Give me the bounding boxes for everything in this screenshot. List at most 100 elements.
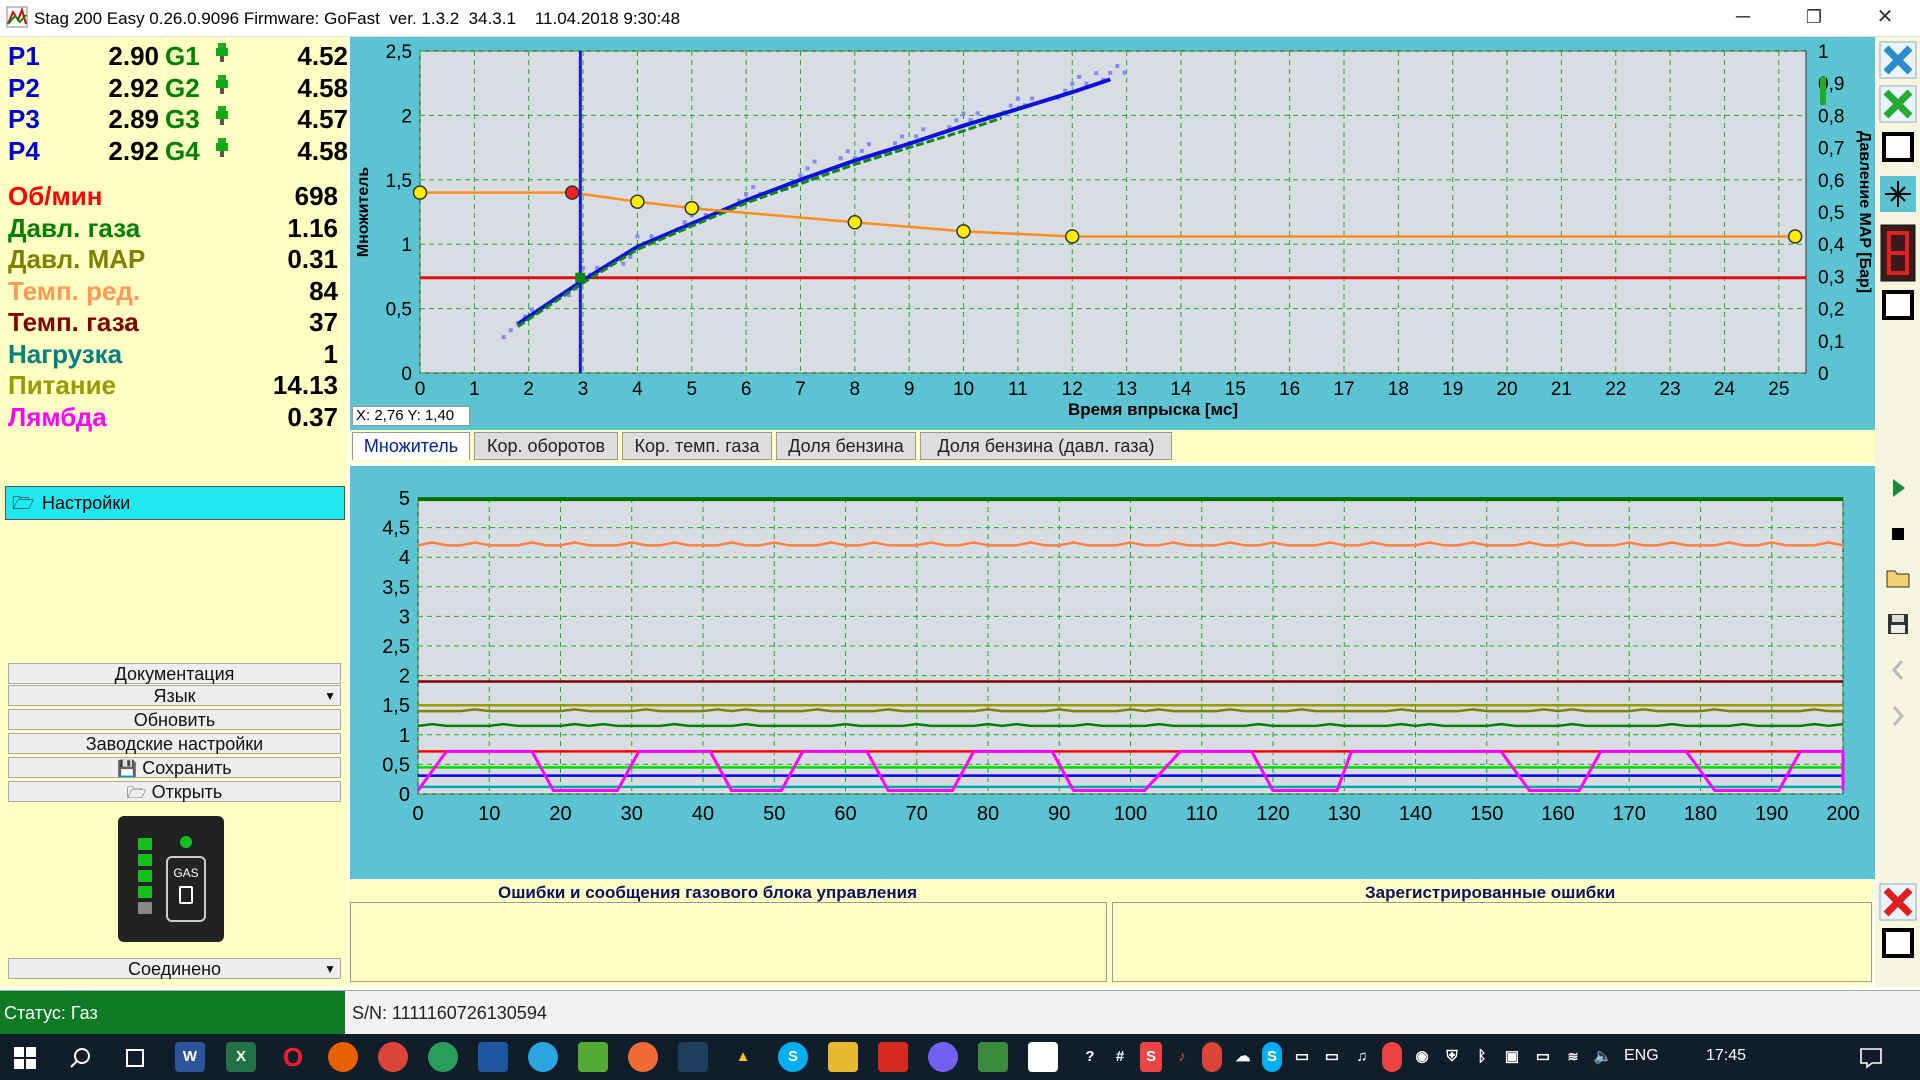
- battery-icon[interactable]: ▭: [1532, 1042, 1554, 1072]
- tab-5[interactable]: Доля бензина (давл. газа): [920, 432, 1172, 460]
- x-tick-label: 9: [904, 379, 915, 400]
- disconnect-icon[interactable]: [1879, 41, 1917, 79]
- chrome-icon[interactable]: [378, 1042, 408, 1072]
- tab-4[interactable]: Доля бензина: [776, 432, 916, 460]
- arrow-left-icon[interactable]: [1879, 651, 1917, 689]
- word-icon[interactable]: W: [175, 1042, 205, 1072]
- skype-icon[interactable]: S: [778, 1042, 808, 1072]
- y2-tick-label: 0,8: [1818, 106, 1844, 127]
- multiplier-point[interactable]: [956, 224, 971, 239]
- stop-icon[interactable]: [1879, 515, 1917, 553]
- chrome-icon[interactable]: [1202, 1042, 1222, 1072]
- app-icon[interactable]: [978, 1042, 1008, 1072]
- tab-1[interactable]: Множитель: [352, 432, 470, 460]
- arrow-right-icon[interactable]: [1879, 697, 1917, 735]
- firefox-icon[interactable]: [328, 1042, 358, 1072]
- language-select[interactable]: Язык ▼: [8, 685, 341, 706]
- multiplier-point[interactable]: [412, 185, 428, 200]
- multiplier-point[interactable]: [630, 194, 645, 209]
- viber-icon[interactable]: [928, 1042, 958, 1072]
- scatter-point: [914, 134, 919, 139]
- factory-settings-button[interactable]: Заводские настройки: [8, 733, 341, 754]
- tray-icon[interactable]: [1382, 1042, 1402, 1072]
- ecu-messages-list[interactable]: [350, 902, 1107, 982]
- volume-icon[interactable]: 🔈: [1592, 1042, 1614, 1072]
- music-icon[interactable]: ♪: [1172, 1042, 1192, 1072]
- search-icon[interactable]: [68, 1046, 92, 1070]
- oscilloscope-chart[interactable]: 0 10 20 30 40 50 60 70 80 90 100 110 120 130 140 150 160…: [350, 466, 1875, 879]
- gas-button[interactable]: GAS: [166, 856, 206, 922]
- window-icon[interactable]: [1879, 129, 1917, 167]
- floppy-icon[interactable]: [478, 1042, 508, 1072]
- itunes-icon[interactable]: ♫: [1352, 1042, 1372, 1072]
- app-icon[interactable]: [578, 1042, 608, 1072]
- telegram-icon[interactable]: [528, 1042, 558, 1072]
- calibration-icon[interactable]: [1879, 175, 1917, 213]
- excel-icon[interactable]: X: [226, 1042, 256, 1072]
- window-icon[interactable]: [1879, 925, 1917, 963]
- opera-icon[interactable]: O: [278, 1042, 308, 1072]
- registered-errors-list[interactable]: [1112, 902, 1872, 982]
- y-tick-label: 2: [401, 106, 412, 127]
- tab-3[interactable]: Кор. темп. газа: [622, 432, 772, 460]
- app-icon[interactable]: ▲: [728, 1042, 758, 1072]
- bluetooth-icon[interactable]: ᛒ: [1472, 1042, 1492, 1072]
- network-icon[interactable]: ▭: [1292, 1042, 1312, 1072]
- y-tick-label: 2: [399, 666, 410, 688]
- status-mode: Статус: Газ: [0, 991, 345, 1035]
- connection-select[interactable]: Соединено ▼: [8, 958, 341, 979]
- stag-app-icon[interactable]: [1028, 1042, 1058, 1072]
- floppy-icon: 💾: [117, 761, 138, 778]
- multiplier-chart[interactable]: 0 1 2 3 4 5 6 7 8 9 10 11 12 13 14 15 16 17 18 19 20 21 22 23 24…: [350, 37, 1875, 430]
- app-icon[interactable]: [428, 1042, 458, 1072]
- save-button[interactable]: 💾 Сохранить: [8, 757, 341, 778]
- pressure-row: P2 2.92 G2 4.58: [8, 73, 348, 103]
- tray-icon[interactable]: S: [1140, 1042, 1162, 1072]
- close-button[interactable]: ✕: [1857, 0, 1913, 36]
- notifications-icon[interactable]: [1858, 1046, 1884, 1070]
- wifi-icon[interactable]: ≋: [1562, 1042, 1584, 1072]
- window-icon[interactable]: [1879, 287, 1917, 325]
- minimize-button[interactable]: ─: [1715, 0, 1771, 36]
- shield-icon[interactable]: ⛨: [1442, 1042, 1462, 1072]
- clear-errors-icon[interactable]: [1879, 85, 1917, 123]
- tab-2[interactable]: Кор. оборотов: [474, 432, 618, 460]
- cursor-coordinates: X: 2,76 Y: 1,40: [352, 406, 470, 426]
- explorer-icon[interactable]: [828, 1042, 858, 1072]
- windows-start-icon[interactable]: [14, 1047, 36, 1069]
- multiplier-point[interactable]: [564, 185, 580, 200]
- open-button[interactable]: 🗁 Открыть: [8, 781, 341, 802]
- tray-icon[interactable]: ▣: [1502, 1042, 1522, 1072]
- cloud-icon[interactable]: ☁: [1232, 1042, 1254, 1072]
- play-icon[interactable]: [1879, 469, 1917, 507]
- errors-panel: Ошибки и сообщения газового блока управл…: [348, 880, 1873, 986]
- viber-icon[interactable]: ◉: [1412, 1042, 1432, 1072]
- skype-icon[interactable]: S: [1262, 1042, 1282, 1072]
- map-tabs: Множитель Кор. оборотов Кор. темп. газа Дол…: [350, 430, 1920, 463]
- gas-switch-indicator[interactable]: GAS: [118, 816, 224, 942]
- task-view-icon[interactable]: [122, 1046, 148, 1070]
- usb-icon[interactable]: ▭: [1322, 1042, 1342, 1072]
- help-icon[interactable]: ?: [1080, 1042, 1100, 1072]
- multiplier-point[interactable]: [684, 200, 700, 216]
- maximize-button[interactable]: ❐: [1786, 0, 1842, 36]
- pdf-icon[interactable]: [878, 1042, 908, 1072]
- floppy-icon[interactable]: [1879, 605, 1917, 643]
- multiplier-point[interactable]: [847, 215, 863, 230]
- clock[interactable]: 17:45: [1706, 1047, 1746, 1065]
- scatter-point: [893, 141, 898, 146]
- sensor-value: 14.13: [272, 370, 338, 400]
- slack-icon[interactable]: #: [1110, 1042, 1130, 1072]
- update-button[interactable]: Обновить: [8, 709, 341, 730]
- multiplier-point[interactable]: [1064, 229, 1080, 244]
- language-indicator[interactable]: ENG: [1624, 1047, 1659, 1065]
- injector-label: G4: [165, 135, 200, 166]
- open-folder-icon[interactable]: [1879, 559, 1917, 597]
- documentation-button[interactable]: Документация: [8, 663, 341, 684]
- app-icon[interactable]: [678, 1042, 708, 1072]
- multiplier-point[interactable]: [1787, 229, 1803, 244]
- settings-button[interactable]: 🗁 Настройки: [5, 486, 345, 520]
- delete-errors-icon[interactable]: [1879, 883, 1917, 921]
- scatter-point: [961, 111, 966, 116]
- app-icon[interactable]: [628, 1042, 658, 1072]
